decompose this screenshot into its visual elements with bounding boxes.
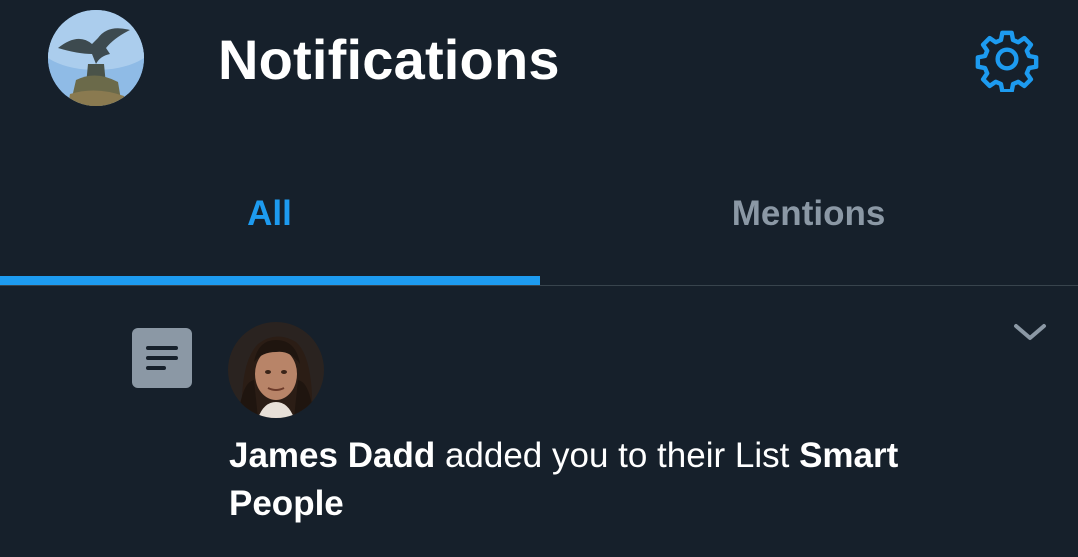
notification-item[interactable]: James Dadd added you to their List Smart…: [0, 286, 1078, 557]
tab-mentions[interactable]: Mentions: [539, 150, 1078, 286]
actor-avatar[interactable]: [228, 322, 324, 418]
notifications-screen: Notifications All Mentions James Dadd ad…: [0, 0, 1078, 557]
tab-all[interactable]: All: [0, 150, 539, 286]
notification-action: added you to their List: [435, 436, 800, 475]
statue-avatar-icon: [48, 10, 144, 106]
actor-name[interactable]: James Dadd: [229, 436, 435, 475]
active-tab-indicator: [0, 276, 540, 285]
tab-mentions-label: Mentions: [731, 194, 886, 233]
tab-all-label: All: [247, 194, 292, 233]
notification-tabs: All Mentions: [0, 150, 1078, 286]
chevron-down-icon[interactable]: [1010, 316, 1050, 348]
profile-avatar[interactable]: [48, 10, 144, 106]
list-icon: [132, 328, 192, 388]
settings-button[interactable]: [974, 26, 1040, 94]
person-avatar-icon: [228, 322, 324, 418]
notification-text: James Dadd added you to their List Smart…: [229, 432, 989, 528]
gear-icon: [975, 30, 1039, 94]
page-title: Notifications: [218, 28, 560, 91]
